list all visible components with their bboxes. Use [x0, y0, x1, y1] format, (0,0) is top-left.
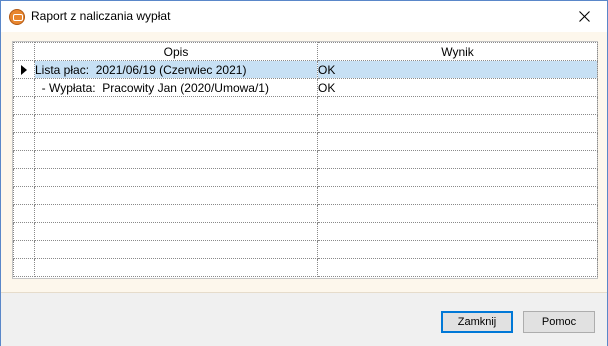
row-indicator-cell [13, 186, 35, 205]
table-row[interactable] [13, 132, 598, 151]
app-logo-icon [9, 9, 25, 25]
wynik-cell[interactable] [317, 114, 598, 133]
opis-cell[interactable]: - Wypłata: Pracowity Jan (2020/Umowa/1) [34, 78, 318, 97]
table-row[interactable] [13, 168, 598, 187]
opis-cell[interactable] [34, 222, 318, 241]
row-indicator-cell [13, 222, 35, 241]
wynik-cell[interactable] [317, 240, 598, 259]
wynik-cell[interactable]: OK [317, 60, 598, 79]
wynik-cell[interactable] [317, 150, 598, 169]
title-bar[interactable]: Raport z naliczania wypłat [1, 1, 607, 32]
table-row[interactable] [13, 96, 598, 115]
row-pointer-icon [21, 65, 27, 76]
header-indicator-cell [13, 42, 35, 61]
row-indicator-cell [13, 78, 35, 97]
opis-cell[interactable] [34, 150, 318, 169]
row-indicator-cell [13, 150, 35, 169]
report-table: Opis Wynik Lista płac: 2021/06/19 (Czerw… [13, 42, 598, 277]
report-grid[interactable]: Opis Wynik Lista płac: 2021/06/19 (Czerw… [12, 41, 598, 279]
opis-cell[interactable] [34, 96, 318, 115]
wynik-cell[interactable]: OK [317, 78, 598, 97]
help-button[interactable]: Pomoc [523, 311, 595, 333]
opis-cell[interactable] [34, 240, 318, 259]
wynik-cell[interactable] [317, 186, 598, 205]
table-row[interactable] [13, 240, 598, 259]
opis-cell[interactable] [34, 186, 318, 205]
table-row[interactable] [13, 186, 598, 205]
row-indicator-cell [13, 258, 35, 277]
row-indicator-cell [13, 60, 35, 79]
row-indicator-cell [13, 168, 35, 187]
header-opis[interactable]: Opis [34, 42, 318, 61]
table-row[interactable] [13, 150, 598, 169]
dialog-window: Raport z naliczania wypłat Opis Wynik Li… [0, 0, 608, 346]
grid-header-row: Opis Wynik [13, 42, 598, 61]
opis-cell[interactable]: Lista płac: 2021/06/19 (Czerwiec 2021) [34, 60, 318, 79]
opis-cell[interactable] [34, 168, 318, 187]
wynik-cell[interactable] [317, 204, 598, 223]
opis-cell[interactable] [34, 204, 318, 223]
row-indicator-cell [13, 114, 35, 133]
close-icon [578, 11, 590, 22]
opis-cell[interactable] [34, 258, 318, 277]
dialog-client-area: Opis Wynik Lista płac: 2021/06/19 (Czerw… [1, 32, 607, 346]
table-row[interactable] [13, 258, 598, 277]
header-wynik[interactable]: Wynik [317, 42, 598, 61]
wynik-cell[interactable] [317, 168, 598, 187]
window-title: Raport z naliczania wypłat [31, 9, 171, 23]
wynik-cell[interactable] [317, 96, 598, 115]
table-row[interactable] [13, 114, 598, 133]
table-row[interactable]: - Wypłata: Pracowity Jan (2020/Umowa/1) O… [13, 78, 598, 97]
table-row[interactable]: Lista płac: 2021/06/19 (Czerwiec 2021) OK [13, 60, 598, 79]
row-indicator-cell [13, 132, 35, 151]
row-indicator-cell [13, 240, 35, 259]
table-row[interactable] [13, 222, 598, 241]
close-window-button[interactable] [561, 1, 607, 32]
close-button[interactable]: Zamknij [441, 311, 513, 333]
wynik-cell[interactable] [317, 258, 598, 277]
wynik-cell[interactable] [317, 222, 598, 241]
table-row[interactable] [13, 204, 598, 223]
row-indicator-cell [13, 96, 35, 115]
wynik-cell[interactable] [317, 132, 598, 151]
opis-cell[interactable] [34, 132, 318, 151]
row-indicator-cell [13, 204, 35, 223]
opis-cell[interactable] [34, 114, 318, 133]
button-bar: Zamknij Pomoc [1, 292, 607, 346]
